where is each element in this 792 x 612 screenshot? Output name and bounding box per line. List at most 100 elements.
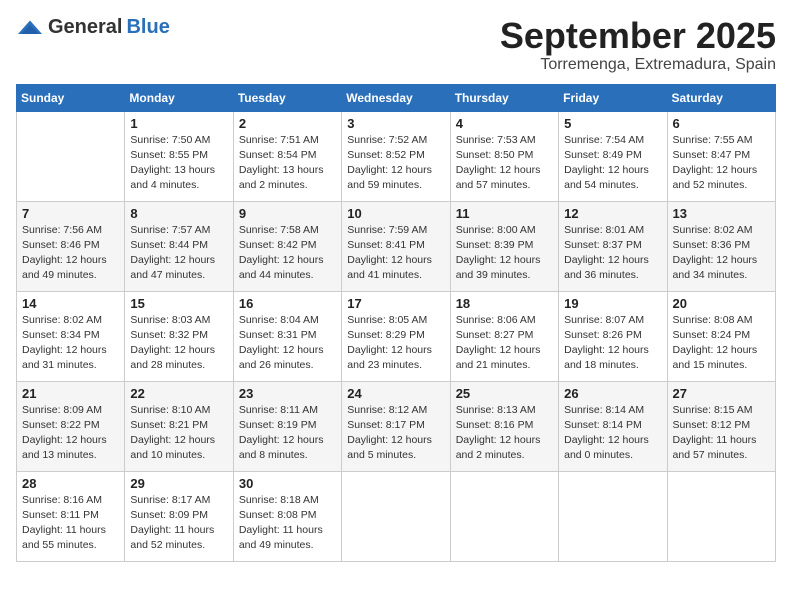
calendar-cell: 20Sunrise: 8:08 AM Sunset: 8:24 PM Dayli… — [667, 291, 775, 381]
calendar-cell: 14 Sunrise: 8:02 AM Sunset: 8:34 PM Dayli… — [17, 291, 125, 381]
calendar-cell: 13Sunrise: 8:02 AM Sunset: 8:36 PM Dayli… — [667, 201, 775, 291]
calendar-cell: 30 Sunrise: 8:18 AM Sunset: 8:08 PM Dayli… — [233, 471, 341, 561]
day-info: Sunrise: 8:09 AM Sunset: 8:22 PM Dayligh… — [22, 403, 119, 464]
day-info: Sunrise: 8:10 AM Sunset: 8:21 PM Dayligh… — [130, 403, 227, 464]
calendar-cell: 10 Sunrise: 7:59 AM Sunset: 8:41 PM Dayli… — [342, 201, 450, 291]
day-number: 23 — [239, 386, 336, 401]
title-area: September 2025 Torremenga, Extremadura, … — [500, 16, 776, 74]
day-number: 10 — [347, 206, 444, 221]
header-saturday: Saturday — [667, 84, 775, 111]
day-number: 12 — [564, 206, 661, 221]
day-info: Sunrise: 7:51 AM Sunset: 8:54 PM Dayligh… — [239, 133, 336, 194]
logo: GeneralBlue — [16, 16, 170, 39]
day-info: Sunrise: 7:52 AM Sunset: 8:52 PM Dayligh… — [347, 133, 444, 194]
day-number: 16 — [239, 296, 336, 311]
calendar-table: SundayMondayTuesdayWednesdayThursdayFrid… — [16, 84, 776, 562]
day-info: Sunrise: 8:16 AM Sunset: 8:11 PM Dayligh… — [22, 493, 119, 554]
month-title: September 2025 — [500, 16, 776, 56]
day-number: 19 — [564, 296, 661, 311]
day-number: 11 — [456, 206, 553, 221]
day-info: Sunrise: 8:17 AM Sunset: 8:09 PM Dayligh… — [130, 493, 227, 554]
calendar-cell — [667, 471, 775, 561]
header-wednesday: Wednesday — [342, 84, 450, 111]
header-monday: Monday — [125, 84, 233, 111]
header-tuesday: Tuesday — [233, 84, 341, 111]
day-number: 1 — [130, 116, 227, 131]
week-row-1: 1 Sunrise: 7:50 AM Sunset: 8:55 PM Daylig… — [17, 111, 776, 201]
calendar-cell: 12 Sunrise: 8:01 AM Sunset: 8:37 PM Dayli… — [559, 201, 667, 291]
day-number: 25 — [456, 386, 553, 401]
day-info: Sunrise: 8:12 AM Sunset: 8:17 PM Dayligh… — [347, 403, 444, 464]
week-row-5: 28 Sunrise: 8:16 AM Sunset: 8:11 PM Dayli… — [17, 471, 776, 561]
day-info: Sunrise: 8:14 AM Sunset: 8:14 PM Dayligh… — [564, 403, 661, 464]
calendar-cell: 24 Sunrise: 8:12 AM Sunset: 8:17 PM Dayli… — [342, 381, 450, 471]
day-info: Sunrise: 8:13 AM Sunset: 8:16 PM Dayligh… — [456, 403, 553, 464]
calendar-cell: 2Sunrise: 7:51 AM Sunset: 8:54 PM Daylig… — [233, 111, 341, 201]
day-info: Sunrise: 8:01 AM Sunset: 8:37 PM Dayligh… — [564, 223, 661, 284]
day-info: Sunrise: 7:50 AM Sunset: 8:55 PM Dayligh… — [130, 133, 227, 194]
day-info: Sunrise: 8:04 AM Sunset: 8:31 PM Dayligh… — [239, 313, 336, 374]
calendar-cell: 25 Sunrise: 8:13 AM Sunset: 8:16 PM Dayli… — [450, 381, 558, 471]
calendar-cell: 21 Sunrise: 8:09 AM Sunset: 8:22 PM Dayli… — [17, 381, 125, 471]
calendar-cell: 9 Sunrise: 7:58 AM Sunset: 8:42 PM Daylig… — [233, 201, 341, 291]
calendar-cell — [342, 471, 450, 561]
calendar-cell: 26 Sunrise: 8:14 AM Sunset: 8:14 PM Dayli… — [559, 381, 667, 471]
day-info: Sunrise: 8:18 AM Sunset: 8:08 PM Dayligh… — [239, 493, 336, 554]
calendar-cell: 8 Sunrise: 7:57 AM Sunset: 8:44 PM Daylig… — [125, 201, 233, 291]
day-number: 26 — [564, 386, 661, 401]
day-info: Sunrise: 8:05 AM Sunset: 8:29 PM Dayligh… — [347, 313, 444, 374]
day-number: 15 — [130, 296, 227, 311]
calendar-cell — [559, 471, 667, 561]
week-row-2: 7Sunrise: 7:56 AM Sunset: 8:46 PM Daylig… — [17, 201, 776, 291]
calendar-cell: 5Sunrise: 7:54 AM Sunset: 8:49 PM Daylig… — [559, 111, 667, 201]
calendar-cell: 18Sunrise: 8:06 AM Sunset: 8:27 PM Dayli… — [450, 291, 558, 381]
day-number: 27 — [673, 386, 770, 401]
calendar-cell: 22 Sunrise: 8:10 AM Sunset: 8:21 PM Dayli… — [125, 381, 233, 471]
day-number: 14 — [22, 296, 119, 311]
day-info: Sunrise: 8:02 AM Sunset: 8:36 PM Dayligh… — [673, 223, 770, 284]
week-row-4: 21 Sunrise: 8:09 AM Sunset: 8:22 PM Dayli… — [17, 381, 776, 471]
day-info: Sunrise: 8:00 AM Sunset: 8:39 PM Dayligh… — [456, 223, 553, 284]
calendar-cell: 6Sunrise: 7:55 AM Sunset: 8:47 PM Daylig… — [667, 111, 775, 201]
day-number: 30 — [239, 476, 336, 491]
day-info: Sunrise: 8:11 AM Sunset: 8:19 PM Dayligh… — [239, 403, 336, 464]
day-info: Sunrise: 8:08 AM Sunset: 8:24 PM Dayligh… — [673, 313, 770, 374]
header-row: SundayMondayTuesdayWednesdayThursdayFrid… — [17, 84, 776, 111]
logo-blue-text: Blue — [126, 16, 169, 39]
day-info: Sunrise: 8:07 AM Sunset: 8:26 PM Dayligh… — [564, 313, 661, 374]
header-sunday: Sunday — [17, 84, 125, 111]
day-number: 21 — [22, 386, 119, 401]
day-number: 22 — [130, 386, 227, 401]
day-info: Sunrise: 7:55 AM Sunset: 8:47 PM Dayligh… — [673, 133, 770, 194]
day-info: Sunrise: 8:02 AM Sunset: 8:34 PM Dayligh… — [22, 313, 119, 374]
day-info: Sunrise: 7:58 AM Sunset: 8:42 PM Dayligh… — [239, 223, 336, 284]
calendar-cell: 7Sunrise: 7:56 AM Sunset: 8:46 PM Daylig… — [17, 201, 125, 291]
page-header: GeneralBlue September 2025 Torremenga, E… — [16, 16, 776, 74]
calendar-cell: 1 Sunrise: 7:50 AM Sunset: 8:55 PM Daylig… — [125, 111, 233, 201]
calendar-cell — [450, 471, 558, 561]
day-number: 29 — [130, 476, 227, 491]
calendar-cell: 27 Sunrise: 8:15 AM Sunset: 8:12 PM Dayli… — [667, 381, 775, 471]
day-number: 24 — [347, 386, 444, 401]
day-info: Sunrise: 8:06 AM Sunset: 8:27 PM Dayligh… — [456, 313, 553, 374]
calendar-cell: 4 Sunrise: 7:53 AM Sunset: 8:50 PM Daylig… — [450, 111, 558, 201]
day-number: 9 — [239, 206, 336, 221]
header-thursday: Thursday — [450, 84, 558, 111]
calendar-cell: 29 Sunrise: 8:17 AM Sunset: 8:09 PM Dayli… — [125, 471, 233, 561]
day-number: 28 — [22, 476, 119, 491]
calendar-cell: 16 Sunrise: 8:04 AM Sunset: 8:31 PM Dayli… — [233, 291, 341, 381]
day-info: Sunrise: 8:03 AM Sunset: 8:32 PM Dayligh… — [130, 313, 227, 374]
day-info: Sunrise: 7:53 AM Sunset: 8:50 PM Dayligh… — [456, 133, 553, 194]
day-number: 4 — [456, 116, 553, 131]
day-info: Sunrise: 7:59 AM Sunset: 8:41 PM Dayligh… — [347, 223, 444, 284]
calendar-cell — [17, 111, 125, 201]
header-friday: Friday — [559, 84, 667, 111]
logo-icon — [16, 19, 44, 37]
day-number: 8 — [130, 206, 227, 221]
calendar-cell: 17 Sunrise: 8:05 AM Sunset: 8:29 PM Dayli… — [342, 291, 450, 381]
day-info: Sunrise: 8:15 AM Sunset: 8:12 PM Dayligh… — [673, 403, 770, 464]
day-info: Sunrise: 7:57 AM Sunset: 8:44 PM Dayligh… — [130, 223, 227, 284]
day-number: 17 — [347, 296, 444, 311]
calendar-cell: 11 Sunrise: 8:00 AM Sunset: 8:39 PM Dayli… — [450, 201, 558, 291]
day-info: Sunrise: 7:56 AM Sunset: 8:46 PM Dayligh… — [22, 223, 119, 284]
